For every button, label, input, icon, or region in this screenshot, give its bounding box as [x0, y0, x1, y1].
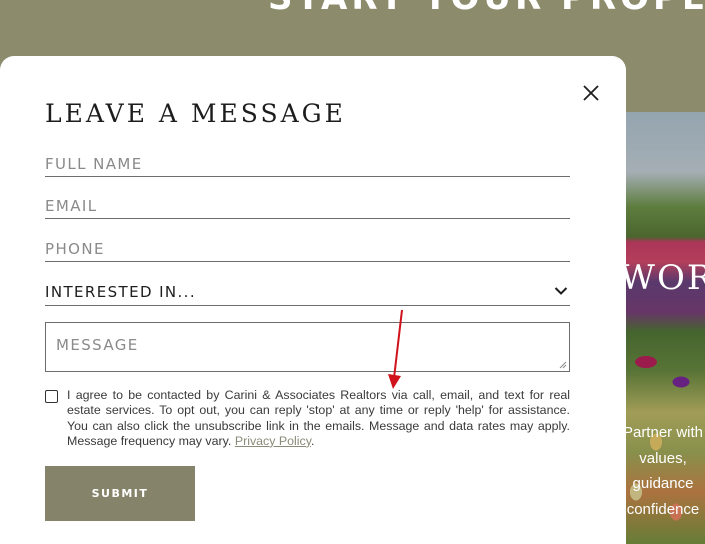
interested-in-value: INTERESTED IN...: [45, 283, 197, 301]
message-field: [45, 322, 570, 372]
red-arrow-annotation: [388, 309, 403, 389]
interested-in-select[interactable]: INTERESTED IN...: [45, 282, 570, 306]
photo-heading: WORK: [620, 258, 705, 298]
message-textarea[interactable]: [46, 323, 569, 371]
privacy-policy-link[interactable]: Privacy Policy: [235, 434, 311, 448]
full-name-field: [45, 154, 570, 177]
submit-button[interactable]: SUBMIT: [45, 466, 195, 521]
phone-input[interactable]: [45, 240, 570, 258]
leave-message-modal: LEAVE A MESSAGE INTERESTED IN... I agre: [0, 56, 626, 544]
hero-heading: START YOUR PROPERTY: [268, 0, 705, 18]
email-field: [45, 196, 570, 219]
photo-tagline-line: guidance: [632, 475, 694, 492]
consent-text: I agree to be contacted by Carini & Asso…: [67, 388, 570, 449]
chevron-down-icon: [554, 287, 568, 295]
resize-grip-icon[interactable]: [559, 361, 567, 369]
photo-tagline-line: values,: [639, 449, 687, 467]
close-button[interactable]: [579, 81, 603, 105]
email-input[interactable]: [45, 197, 570, 215]
page: START YOUR PROPERTY WORK Partner with va…: [0, 0, 705, 544]
photo-tagline-line: confidence: [626, 500, 700, 518]
consent-body: I agree to be contacted by Carini & Asso…: [67, 388, 570, 448]
close-icon: [583, 85, 599, 101]
phone-field: [45, 239, 570, 262]
photo-tagline-line: Partner with: [622, 424, 704, 441]
consent-trailing: .: [311, 433, 315, 448]
consent-checkbox[interactable]: [45, 390, 58, 403]
photo-tagline: Partner with values, guidance confidence: [621, 420, 705, 522]
full-name-input[interactable]: [45, 155, 570, 173]
modal-title: LEAVE A MESSAGE: [45, 99, 346, 128]
